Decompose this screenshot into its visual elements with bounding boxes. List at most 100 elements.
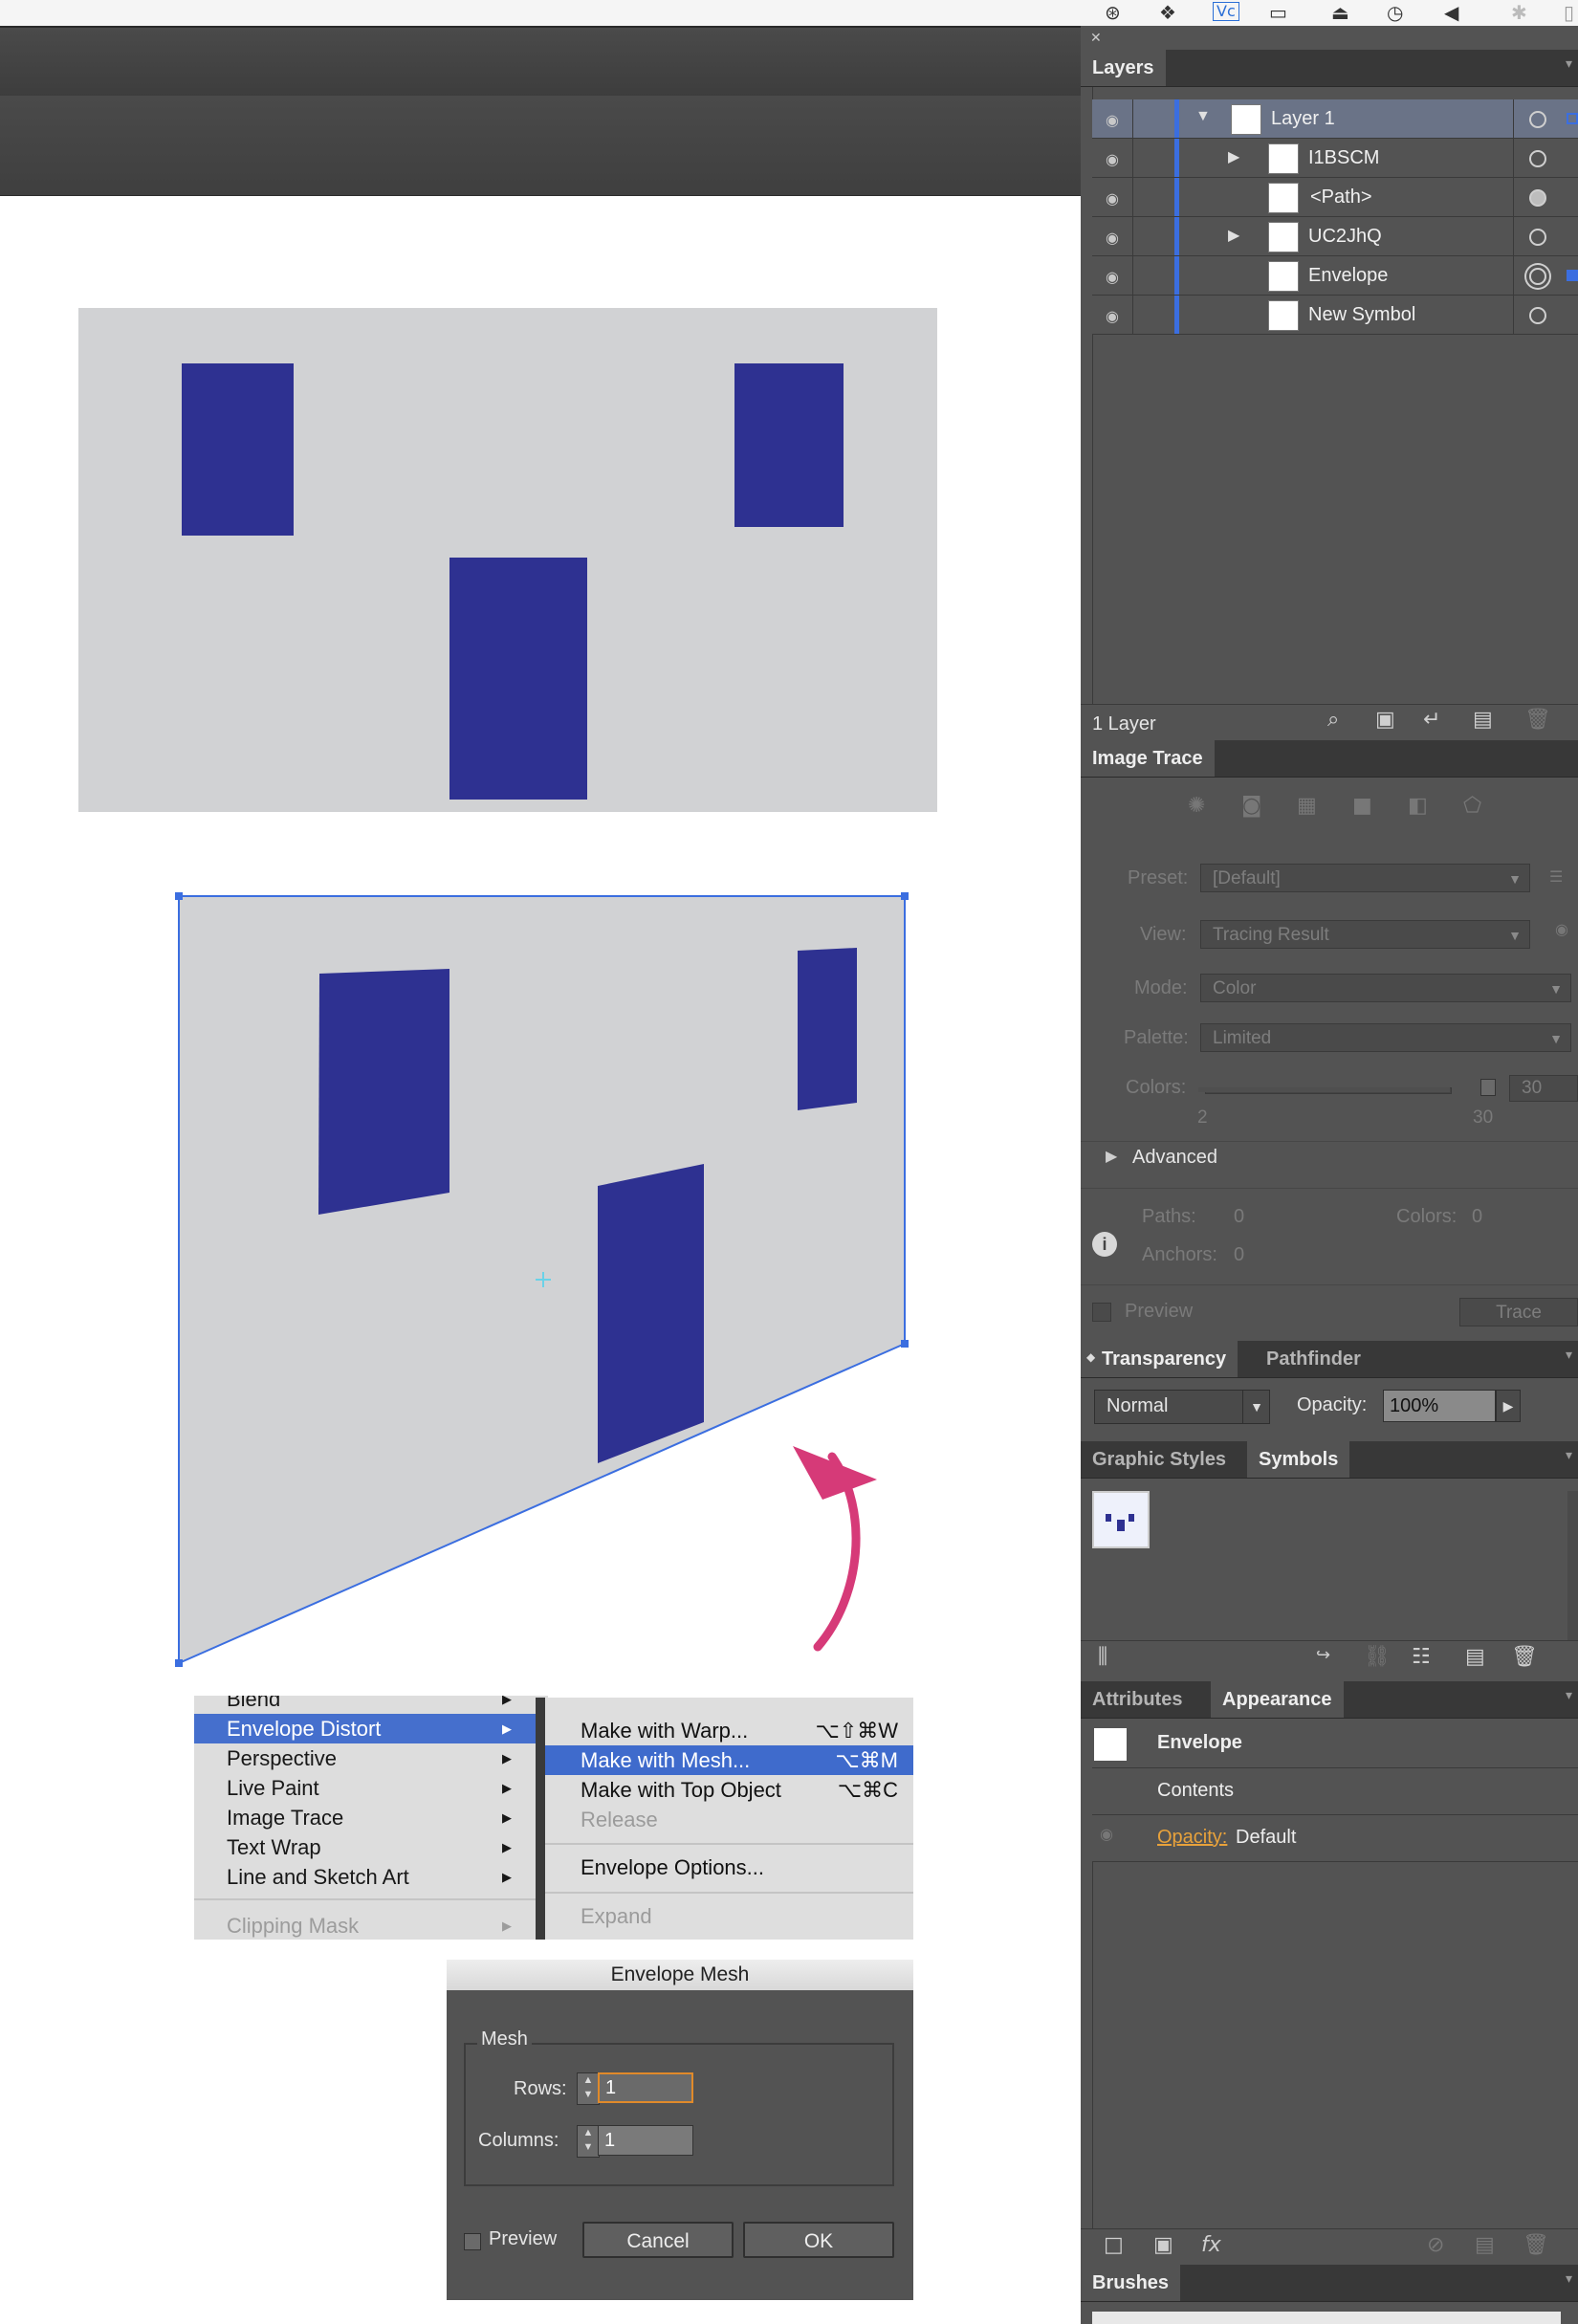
preview-checkbox[interactable] <box>464 2233 481 2250</box>
menu-item-text-wrap[interactable]: Text Wrap ▶ <box>194 1832 548 1862</box>
rows-stepper[interactable]: ▲ ▼ <box>577 2072 600 2105</box>
stepper-icon[interactable]: ◆ <box>1086 1350 1095 1364</box>
columns-input[interactable]: 1 <box>598 2125 693 2156</box>
opacity-slider-button[interactable]: ▶ <box>1496 1390 1521 1422</box>
panel-menu-icon[interactable]: ▾ <box>1566 1687 1572 1703</box>
submenu-item-release[interactable]: Release <box>545 1805 913 1834</box>
opacity-link[interactable]: Opacity: <box>1157 1827 1227 1849</box>
symbol-libraries-icon[interactable]: ⫼ <box>1098 1645 1107 1669</box>
visibility-icon[interactable]: ◉ <box>1106 268 1119 287</box>
view-select[interactable]: Tracing Result ▼ <box>1200 920 1530 949</box>
submenu-item-make-with-top-object[interactable]: Make with Top Object ⌥⌘C <box>545 1775 913 1805</box>
fx-icon[interactable]: fx <box>1201 2233 1221 2257</box>
menu-item-image-trace[interactable]: Image Trace ▶ <box>194 1803 548 1832</box>
visibility-icon[interactable]: ◉ <box>1100 1825 1113 1843</box>
opacity-input[interactable]: 100% <box>1383 1390 1496 1422</box>
trace-button[interactable]: Trace <box>1459 1298 1578 1326</box>
collapse-icon[interactable]: ▼ <box>1195 108 1211 125</box>
tab-symbols[interactable]: Symbols <box>1247 1441 1350 1478</box>
new-sublayer-icon[interactable]: ↵ <box>1423 708 1440 732</box>
anchor-point[interactable] <box>175 892 183 900</box>
tab-pathfinder[interactable]: Pathfinder <box>1255 1341 1372 1377</box>
airplay-icon[interactable]: ⏏ <box>1331 2 1349 23</box>
clear-appearance-icon[interactable]: ⊘ <box>1427 2233 1444 2257</box>
delete-icon[interactable]: 🗑 <box>1524 708 1551 732</box>
tab-attributes[interactable]: Attributes <box>1081 1681 1194 1718</box>
grayscale-icon[interactable]: ■ <box>1352 794 1372 818</box>
blue-rectangle[interactable] <box>734 363 844 527</box>
submenu-item-make-with-warp[interactable]: Make with Warp... ⌥⇧⌘W <box>545 1716 913 1745</box>
blend-mode-select[interactable]: Normal ▼ <box>1094 1390 1270 1424</box>
selection-indicator[interactable] <box>1567 113 1578 124</box>
close-icon[interactable]: ✕ <box>1090 30 1102 46</box>
layer-row-layer-1[interactable]: ◉ ▼ Layer 1 <box>1092 99 1578 139</box>
appearance-object-row[interactable]: Envelope <box>1092 1720 1578 1768</box>
menu-item-perspective[interactable]: Perspective ▶ <box>194 1743 548 1773</box>
layer-row-uc2jhq[interactable]: ◉ ▶ UC2JhQ <box>1092 217 1578 256</box>
outline-icon[interactable]: ⬠ <box>1463 794 1481 818</box>
clipping-mask-icon[interactable]: ▣ <box>1375 708 1395 732</box>
target-icon[interactable] <box>1529 307 1546 324</box>
target-icon[interactable] <box>1529 268 1546 285</box>
creative-cloud-icon[interactable]: ⊛ <box>1105 2 1121 23</box>
cancel-button[interactable]: Cancel <box>582 2222 734 2258</box>
colors-input[interactable]: 30 <box>1509 1075 1578 1102</box>
submenu-item-envelope-options[interactable]: Envelope Options... <box>545 1853 913 1882</box>
high-color-icon[interactable]: ◙ <box>1241 794 1261 818</box>
scrollbar[interactable] <box>1567 1491 1578 1663</box>
duplicate-item-icon[interactable]: ▤ <box>1475 2233 1495 2257</box>
tab-image-trace[interactable]: Image Trace <box>1081 740 1215 777</box>
volume-icon[interactable]: ◀ <box>1444 2 1458 23</box>
visibility-icon[interactable]: ◉ <box>1106 150 1119 169</box>
time-machine-icon[interactable]: ◷ <box>1387 2 1403 23</box>
layer-row-path[interactable]: ◉ <Path> <box>1092 178 1578 217</box>
tab-brushes[interactable]: Brushes <box>1081 2265 1181 2301</box>
visibility-icon[interactable]: ◉ <box>1106 111 1119 130</box>
add-stroke-icon[interactable]: □ <box>1104 2233 1124 2257</box>
eye-icon[interactable]: ◉ <box>1555 920 1568 938</box>
rows-input[interactable]: 1 <box>598 2072 693 2103</box>
panel-menu-icon[interactable]: ▾ <box>1566 2270 1572 2287</box>
menu-item-line-and-sketch-art[interactable]: Line and Sketch Art ▶ <box>194 1862 548 1892</box>
layer-row-i1bscm[interactable]: ◉ ▶ I1BSCM <box>1092 139 1578 178</box>
ok-button[interactable]: OK <box>743 2222 894 2258</box>
expand-icon[interactable]: ▶ <box>1228 147 1239 166</box>
panel-menu-icon[interactable]: ▾ <box>1566 1447 1572 1463</box>
visibility-icon[interactable]: ◉ <box>1106 307 1119 326</box>
distorted-rectangle[interactable] <box>798 948 857 1110</box>
tab-appearance[interactable]: Appearance <box>1211 1681 1344 1718</box>
columns-stepper[interactable]: ▲ ▼ <box>577 2125 600 2158</box>
tab-graphic-styles[interactable]: Graphic Styles <box>1081 1441 1238 1478</box>
add-fill-icon[interactable]: ▣ <box>1153 2233 1173 2257</box>
menu-item-blend[interactable]: Blend ▶ <box>194 1696 548 1714</box>
place-symbol-icon[interactable]: ↪ <box>1316 1645 1330 1665</box>
auto-color-icon[interactable]: ✺ <box>1188 794 1205 818</box>
anchor-point[interactable] <box>901 1340 909 1348</box>
palette-select[interactable]: Limited ▼ <box>1200 1023 1571 1052</box>
layer-row-envelope[interactable]: ◉ Envelope <box>1092 256 1578 296</box>
distorted-rectangle[interactable] <box>318 969 449 1215</box>
advanced-expand-icon[interactable]: ▶ <box>1106 1147 1117 1165</box>
preset-menu-icon[interactable]: ☰ <box>1549 867 1563 886</box>
appearance-contents-row[interactable]: Contents <box>1092 1768 1578 1815</box>
menu-item-live-paint[interactable]: Live Paint ▶ <box>194 1773 548 1803</box>
delete-item-icon[interactable]: 🗑 <box>1523 2233 1549 2257</box>
brush-swatches[interactable] <box>1092 2312 1561 2324</box>
delete-symbol-icon[interactable]: 🗑 <box>1511 1645 1538 1669</box>
anchor-point[interactable] <box>175 1659 183 1667</box>
new-layer-icon[interactable]: ▤ <box>1473 708 1493 732</box>
tab-transparency[interactable]: Transparency <box>1081 1341 1238 1377</box>
dropbox-icon[interactable]: ❖ <box>1159 2 1176 23</box>
symbol-swatch[interactable] <box>1092 1491 1150 1548</box>
black-white-icon[interactable]: ◧ <box>1408 794 1428 818</box>
break-link-icon[interactable]: ⛓ <box>1364 1645 1391 1669</box>
low-color-icon[interactable]: ▦ <box>1297 794 1317 818</box>
distorted-rectangle[interactable] <box>598 1164 704 1463</box>
menu-item-envelope-distort[interactable]: Envelope Distort ▶ <box>194 1714 548 1743</box>
visibility-icon[interactable]: ◉ <box>1106 189 1119 208</box>
original-artwork[interactable] <box>78 308 937 812</box>
bluetooth-icon[interactable]: ✱ <box>1511 2 1527 23</box>
layer-row-new-symbol[interactable]: ◉ New Symbol <box>1092 296 1578 335</box>
preset-select[interactable]: [Default] ▼ <box>1200 864 1530 892</box>
blue-rectangle[interactable] <box>182 363 294 536</box>
